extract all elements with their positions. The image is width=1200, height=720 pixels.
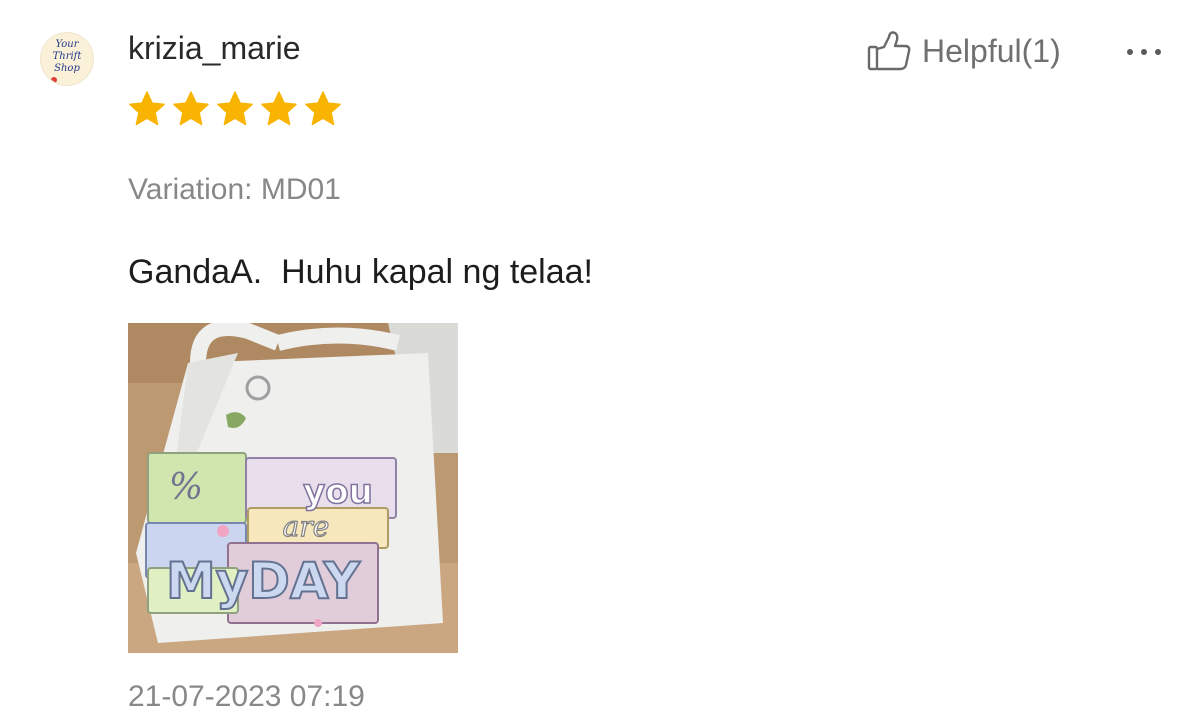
avatar[interactable]: Your Thrift Shop [40, 32, 94, 86]
review-timestamp: 21-07-2023 07:19 [128, 680, 365, 713]
reviewer-username[interactable]: krizia_marie [128, 28, 300, 68]
helpful-count-label: Helpful(1) [922, 33, 1061, 69]
avatar-logo-line: Thrift [52, 51, 82, 62]
tote-bag-photo: % you are MyDAY [128, 323, 458, 653]
star-icon [129, 91, 165, 126]
thumbs-up-icon [867, 31, 911, 71]
avatar-logo-line: Shop [54, 63, 80, 74]
variation-label: Variation: MD01 [128, 173, 341, 206]
star-icon [173, 91, 209, 126]
avatar-logo-dot [51, 77, 57, 83]
helpful-button[interactable]: Helpful(1) [866, 28, 1061, 74]
review-comment: GandaA. Huhu kapal ng telaa! [128, 253, 593, 291]
star-rating [127, 89, 343, 129]
review-photo[interactable]: % you are MyDAY [128, 323, 458, 653]
star-icon [261, 91, 297, 126]
star-icon [217, 91, 253, 126]
star-icon [305, 91, 341, 126]
avatar-logo-line: Your [55, 39, 79, 50]
more-options-button[interactable] [1124, 44, 1164, 60]
more-options-icon [1127, 49, 1161, 55]
review-card: Your Thrift Shop krizia_marie Helpful(1)… [0, 0, 1200, 720]
